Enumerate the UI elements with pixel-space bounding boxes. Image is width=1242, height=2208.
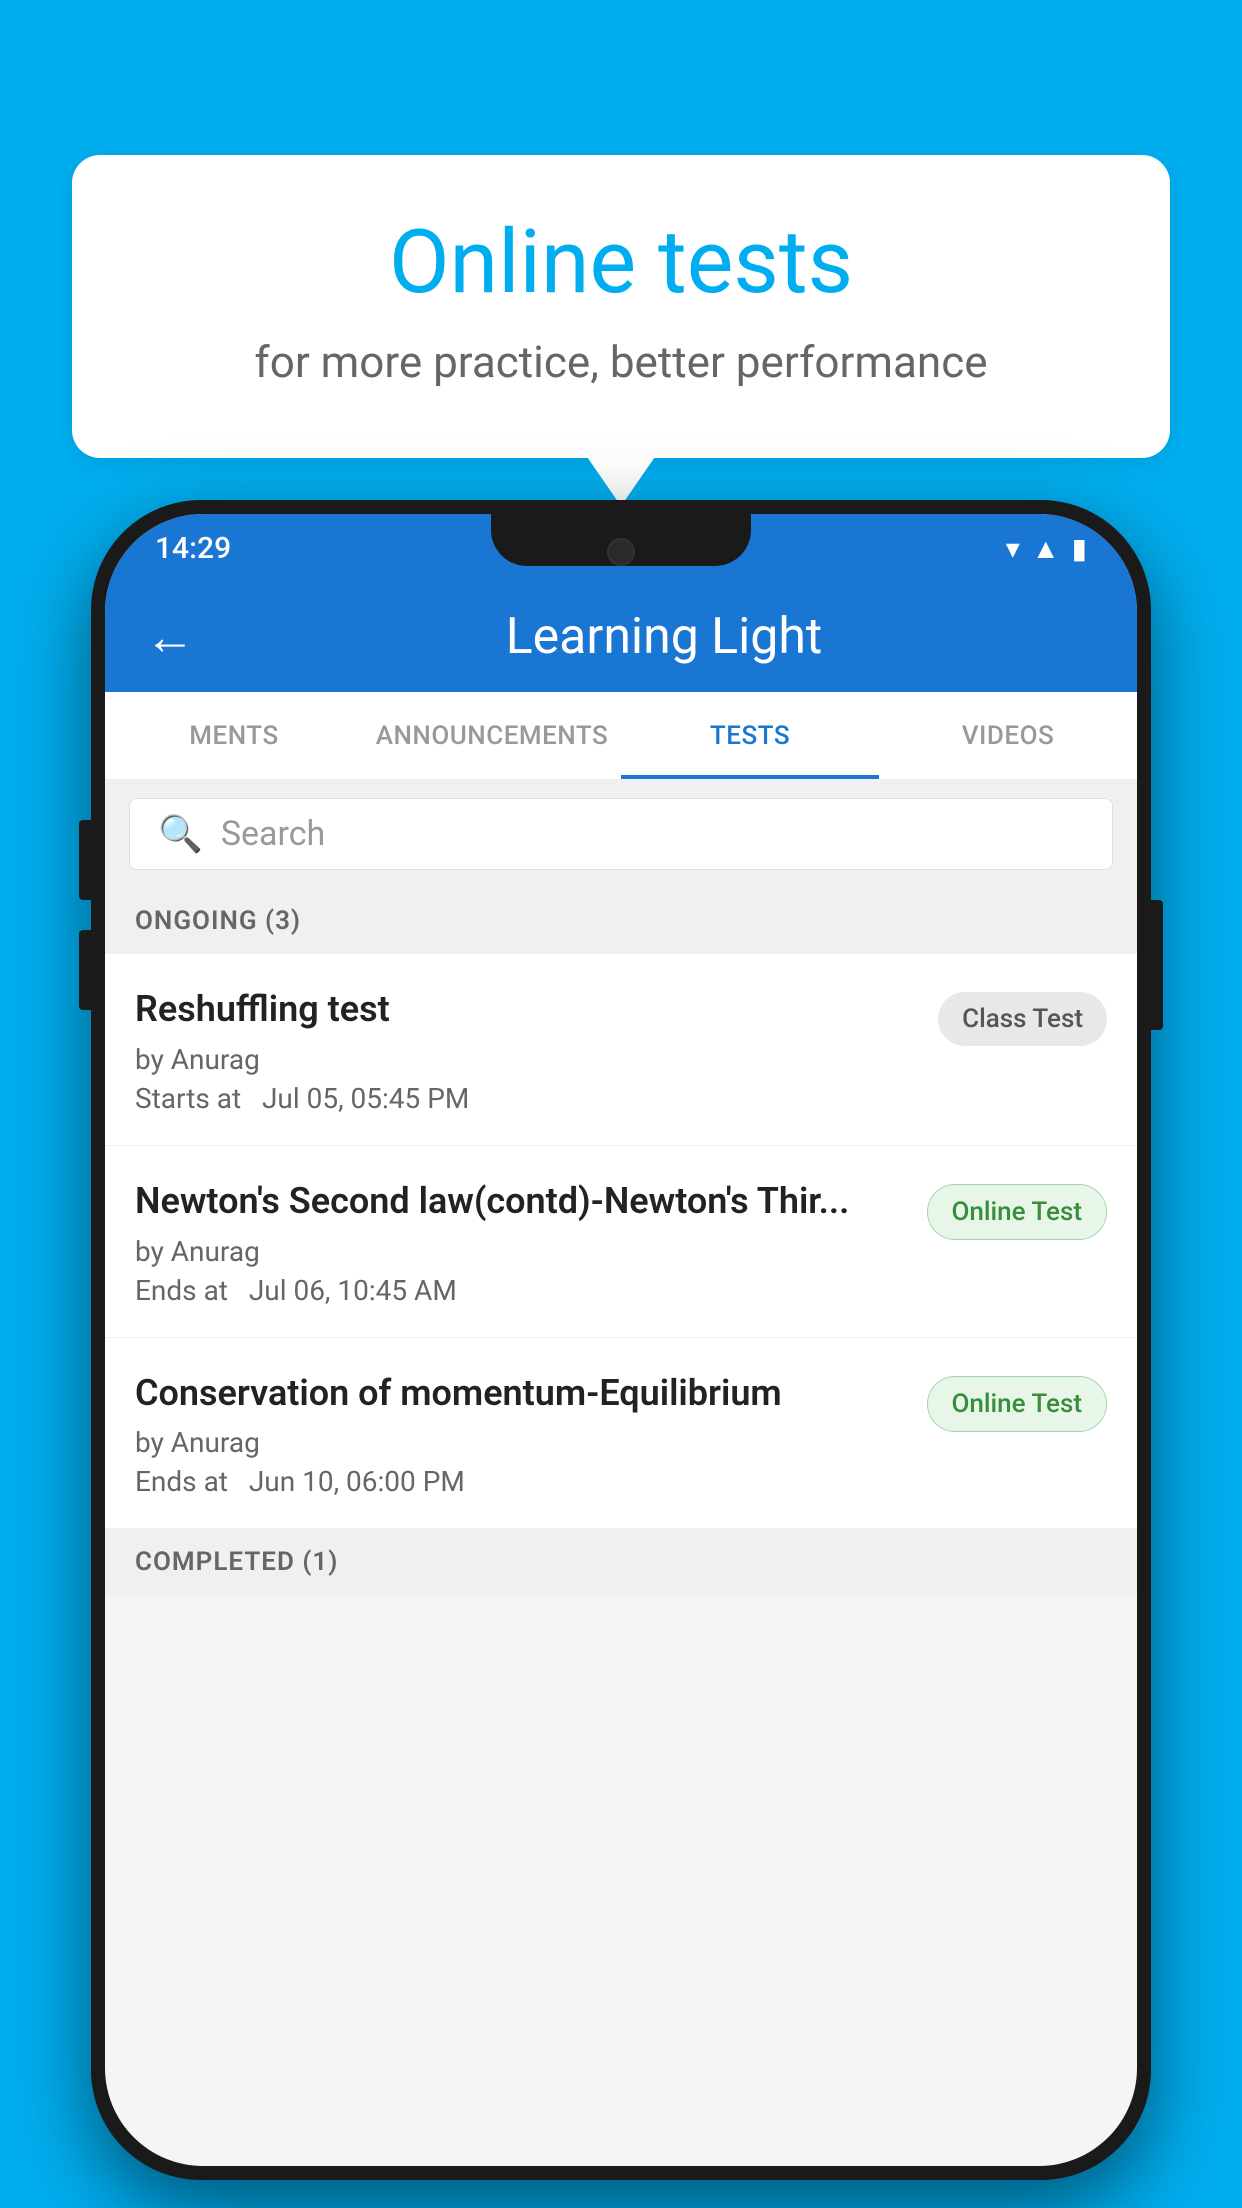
tab-videos[interactable]: VIDEOS bbox=[879, 692, 1137, 779]
battery-icon: ▮ bbox=[1072, 532, 1087, 565]
search-icon: 🔍 bbox=[158, 813, 203, 855]
volume-up-button[interactable] bbox=[79, 820, 93, 900]
search-placeholder: Search bbox=[221, 814, 325, 854]
front-camera bbox=[607, 538, 635, 566]
tabs-bar: MENTS ANNOUNCEMENTS TESTS VIDEOS bbox=[105, 692, 1137, 780]
test-badge-3: Online Test bbox=[927, 1376, 1108, 1432]
test-name-2: Newton's Second law(contd)-Newton's Thir… bbox=[135, 1178, 907, 1225]
ongoing-section-header: ONGOING (3) bbox=[105, 888, 1137, 954]
test-info-3: Conservation of momentum-Equilibrium by … bbox=[135, 1370, 907, 1499]
speech-bubble: Online tests for more practice, better p… bbox=[72, 155, 1170, 458]
app-title: Learning Light bbox=[231, 608, 1097, 666]
test-author-3: by Anurag bbox=[135, 1426, 907, 1459]
search-input[interactable]: 🔍 Search bbox=[129, 798, 1113, 870]
test-name-3: Conservation of momentum-Equilibrium bbox=[135, 1370, 907, 1417]
test-badge-2: Online Test bbox=[927, 1184, 1108, 1240]
wifi-icon: ▾ bbox=[1006, 532, 1020, 565]
volume-down-button[interactable] bbox=[79, 930, 93, 1010]
power-button[interactable] bbox=[1149, 900, 1163, 1030]
test-time-3: Ends at Jun 10, 06:00 PM bbox=[135, 1465, 907, 1498]
completed-section-header: COMPLETED (1) bbox=[105, 1529, 1137, 1595]
test-info-2: Newton's Second law(contd)-Newton's Thir… bbox=[135, 1178, 907, 1307]
back-button[interactable]: ← bbox=[145, 608, 195, 667]
test-time-2: Ends at Jul 06, 10:45 AM bbox=[135, 1274, 907, 1307]
status-time: 14:29 bbox=[155, 531, 231, 566]
app-bar: ← Learning Light bbox=[105, 582, 1137, 692]
bubble-subtitle: for more practice, better performance bbox=[152, 336, 1090, 388]
tab-announcements[interactable]: ANNOUNCEMENTS bbox=[363, 692, 621, 779]
phone-screen: 14:29 ▾ ▲ ▮ ← Learning Light MENTS ANNOU… bbox=[105, 514, 1137, 2166]
test-item-3[interactable]: Conservation of momentum-Equilibrium by … bbox=[105, 1338, 1137, 1530]
signal-icon: ▲ bbox=[1032, 532, 1060, 565]
test-author-2: by Anurag bbox=[135, 1235, 907, 1268]
test-list: Reshuffling test by Anurag Starts at Jul… bbox=[105, 954, 1137, 1529]
test-info-1: Reshuffling test by Anurag Starts at Jul… bbox=[135, 986, 918, 1115]
speech-bubble-container: Online tests for more practice, better p… bbox=[72, 155, 1170, 458]
test-item-2[interactable]: Newton's Second law(contd)-Newton's Thir… bbox=[105, 1146, 1137, 1338]
bubble-title: Online tests bbox=[152, 215, 1090, 312]
ongoing-label: ONGOING (3) bbox=[135, 906, 301, 936]
search-container: 🔍 Search bbox=[105, 780, 1137, 888]
test-author-1: by Anurag bbox=[135, 1043, 918, 1076]
test-badge-1: Class Test bbox=[938, 992, 1107, 1046]
phone-notch bbox=[491, 514, 751, 566]
completed-label: COMPLETED (1) bbox=[135, 1547, 338, 1577]
test-time-1: Starts at Jul 05, 05:45 PM bbox=[135, 1082, 918, 1115]
phone-container: 14:29 ▾ ▲ ▮ ← Learning Light MENTS ANNOU… bbox=[91, 500, 1151, 2180]
test-name-1: Reshuffling test bbox=[135, 986, 918, 1033]
test-item-1[interactable]: Reshuffling test by Anurag Starts at Jul… bbox=[105, 954, 1137, 1146]
status-icons: ▾ ▲ ▮ bbox=[1006, 532, 1087, 565]
phone-frame: 14:29 ▾ ▲ ▮ ← Learning Light MENTS ANNOU… bbox=[91, 500, 1151, 2180]
tab-tests[interactable]: TESTS bbox=[621, 692, 879, 779]
tab-ments[interactable]: MENTS bbox=[105, 692, 363, 779]
